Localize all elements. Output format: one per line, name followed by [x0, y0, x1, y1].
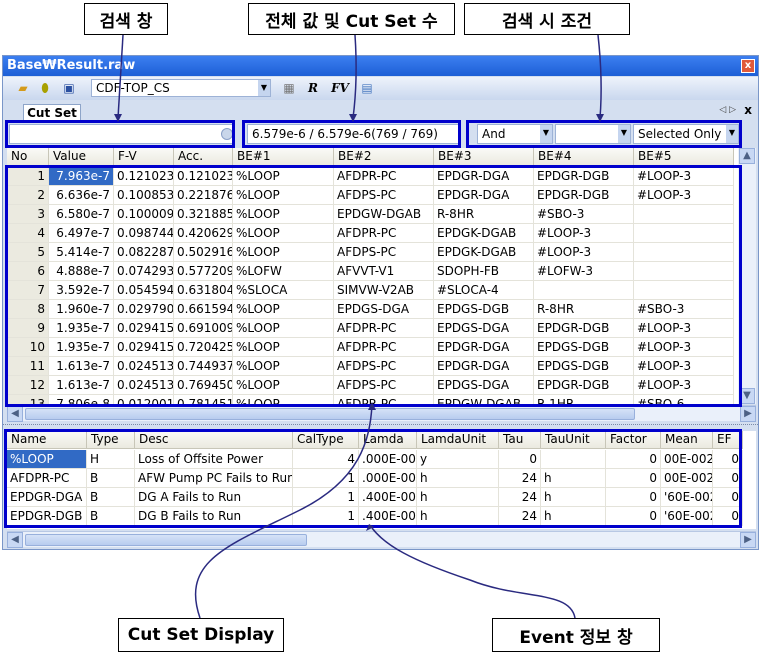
arrow-total — [352, 34, 357, 119]
annotation-arrows — [114, 34, 604, 619]
arrow-condition — [597, 34, 602, 119]
arrow-event — [371, 527, 576, 619]
arrow-cutset — [194, 404, 373, 619]
arrow-search — [117, 34, 124, 119]
